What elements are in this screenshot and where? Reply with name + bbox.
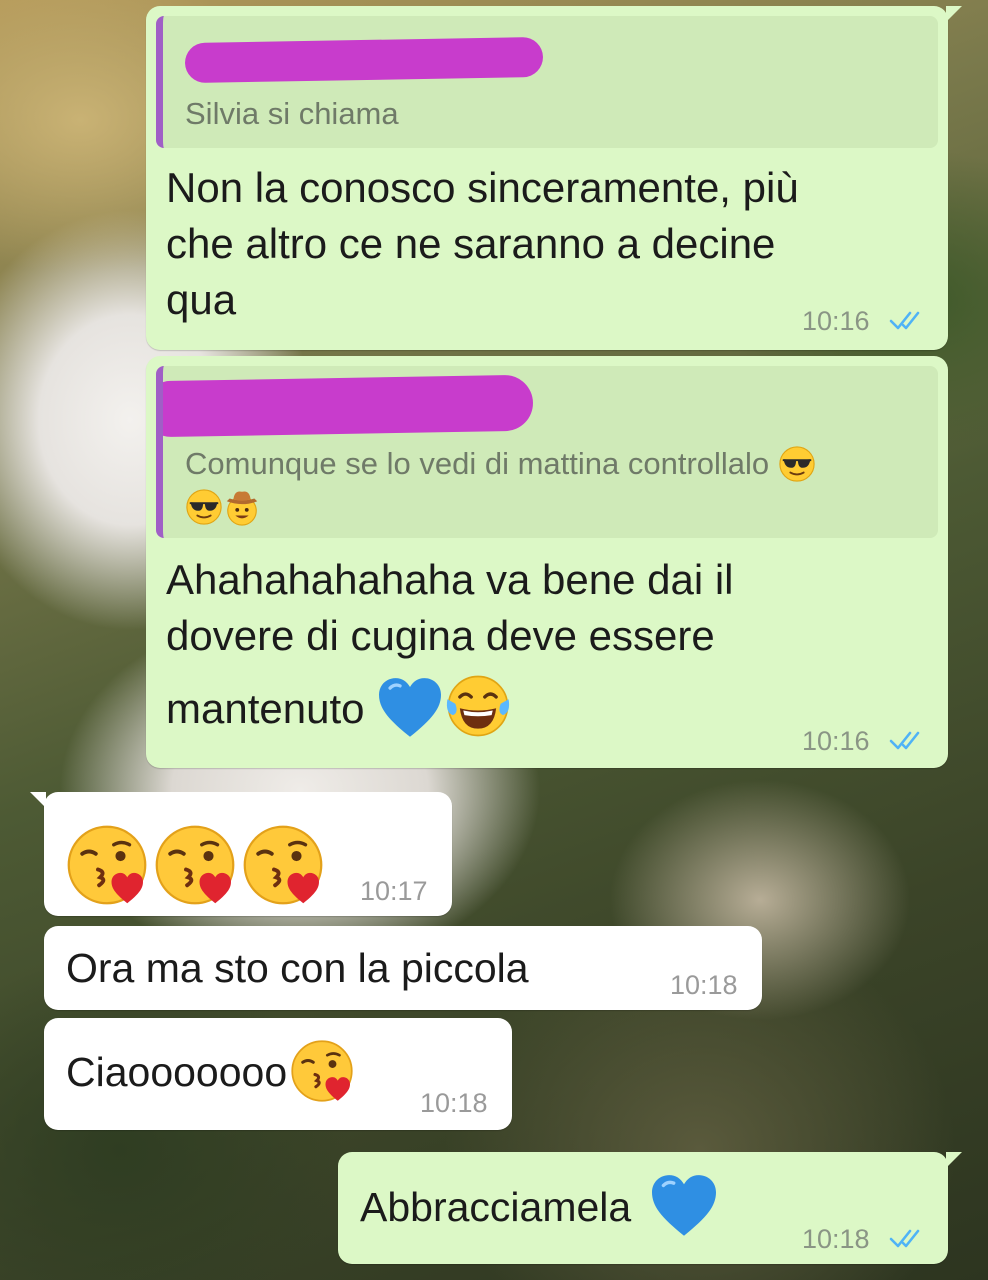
smiling-face-with-sunglasses-icon <box>778 445 816 483</box>
message-timestamp: 10:18 <box>670 970 738 1000</box>
message-bubble-incoming[interactable]: Ciaooooooo 10:18 <box>44 1018 512 1130</box>
face-with-tears-of-joy-icon <box>444 672 512 740</box>
face-blowing-a-kiss-icon <box>287 1036 357 1106</box>
quoted-message[interactable]: Comunque se lo vedi di mattina controlla… <box>156 366 938 538</box>
read-receipt-icon <box>888 728 930 752</box>
message-bubble-incoming[interactable]: Ora ma sto con la piccola 10:18 <box>44 926 762 1010</box>
message-timestamp: 10:16 <box>802 306 870 336</box>
message-text: Ora ma sto con la piccola <box>66 945 529 991</box>
message-line: che altro ce ne saranno a decine <box>166 220 776 267</box>
message-bubble-outgoing[interactable]: Silvia si chiama Non la conosco sinceram… <box>146 6 962 350</box>
blue-heart-icon <box>376 677 444 739</box>
message-text-content: Abbracciamela <box>360 1183 632 1230</box>
read-receipt-icon <box>888 1226 930 1250</box>
message-line: Non la conosco sinceramente, più <box>166 164 799 211</box>
message-text: Non la conosco sinceramente, più che alt… <box>166 160 799 328</box>
smiling-face-with-sunglasses-icon <box>185 488 223 526</box>
message-line: dovere di cugina deve essere <box>166 612 715 659</box>
message-line: mantenuto <box>166 678 734 746</box>
quoted-message-text: Comunque se lo vedi di mattina controlla… <box>185 444 925 526</box>
redacted-sender-name <box>163 374 534 438</box>
message-timestamp: 10:17 <box>360 876 428 906</box>
message-text-content: Ciaooooooo <box>66 1048 288 1095</box>
quoted-message[interactable]: Silvia si chiama <box>156 16 938 148</box>
quoted-text: Comunque se lo vedi di mattina controlla… <box>185 446 770 481</box>
message-bubble-incoming[interactable]: 10:17 <box>30 792 452 916</box>
message-timestamp: 10:16 <box>802 726 870 756</box>
message-line-text: mantenuto <box>166 685 365 733</box>
message-bubble-outgoing[interactable]: Abbracciamela 10:18 <box>338 1152 962 1264</box>
face-blowing-a-kiss-icon <box>62 820 152 910</box>
read-receipt-icon <box>888 308 930 332</box>
message-line: qua <box>166 276 237 323</box>
message-timestamp: 10:18 <box>802 1224 870 1254</box>
message-timestamp: 10:18 <box>420 1088 488 1118</box>
face-blowing-a-kiss-icon <box>150 820 240 910</box>
blue-heart-icon <box>649 1174 719 1238</box>
message-bubble-outgoing[interactable]: Comunque se lo vedi di mattina controlla… <box>146 356 948 768</box>
redacted-sender-name <box>184 36 544 84</box>
quoted-message-text: Silvia si chiama <box>185 96 399 131</box>
face-blowing-a-kiss-icon <box>238 820 328 910</box>
cowboy-hat-face-icon <box>223 488 261 526</box>
message-text: Ciaooooooo <box>66 1040 357 1110</box>
message-text: Ahahahahahaha va bene dai il dovere di c… <box>166 552 734 746</box>
message-text: Abbracciamela <box>360 1178 719 1242</box>
message-line: Ahahahahahaha va bene dai il <box>166 556 734 603</box>
